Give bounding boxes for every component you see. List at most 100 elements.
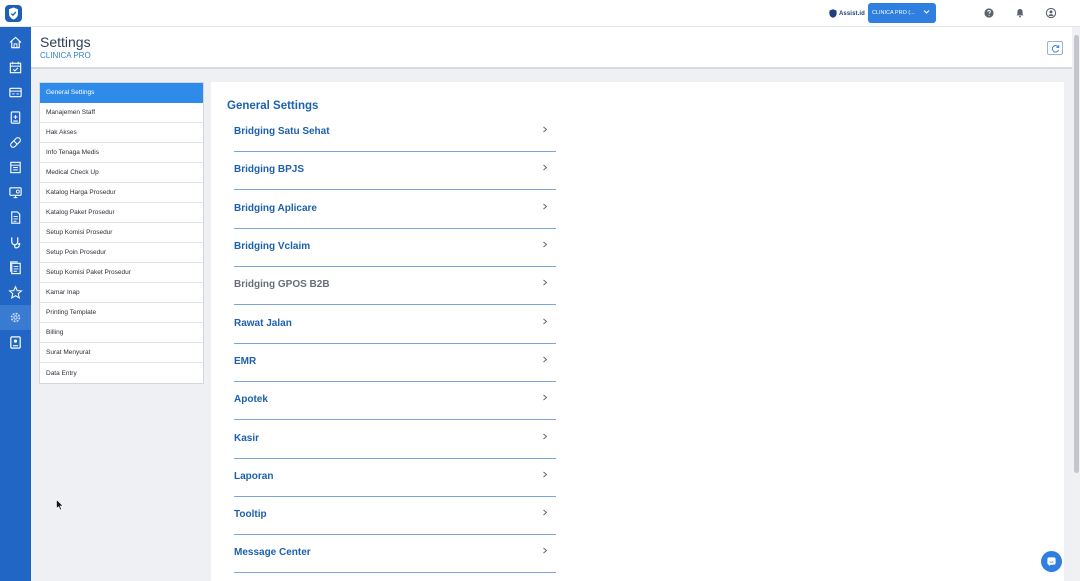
user-profile-icon[interactable] <box>1045 7 1057 19</box>
content-title: General Settings <box>227 100 319 112</box>
menu-item-billing[interactable]: Billing <box>40 323 203 343</box>
section-emr[interactable]: EMR <box>234 344 556 382</box>
left-nav-rail <box>0 27 31 581</box>
menu-item-data-entry[interactable]: Data Entry <box>40 363 203 383</box>
refresh-icon <box>1051 44 1059 53</box>
menu-item-setup-poin-prosedur[interactable]: Setup Poin Prosedur <box>40 243 203 263</box>
document-icon <box>11 211 21 224</box>
star-icon <box>8 285 23 300</box>
brand-logo: Assist.id <box>829 7 865 20</box>
section-laporan[interactable]: Laporan <box>234 459 556 497</box>
page-title: Settings <box>40 34 91 50</box>
section-label: Bridging Aplicare <box>234 203 317 214</box>
section-label: EMR <box>234 356 257 367</box>
clinic-selector[interactable]: CLINICA PRO (... <box>868 3 936 23</box>
brand-shield-icon <box>829 9 837 18</box>
clinic-selector-label: CLINICA PRO (... <box>872 10 915 16</box>
calendar-check-icon <box>9 61 22 74</box>
menu-item-printing-template[interactable]: Printing Template <box>40 303 203 323</box>
nav-monitor[interactable] <box>0 180 31 205</box>
home-icon <box>9 36 22 49</box>
section-bridging-gpos-b2b[interactable]: Bridging GPOS B2B <box>234 267 556 305</box>
nav-appointments[interactable] <box>0 55 31 80</box>
menu-item-setup-komisi-prosedur[interactable]: Setup Komisi Prosedur <box>40 223 203 243</box>
section-label: Bridging Vclaim <box>234 241 311 252</box>
general-settings-panel: General Settings Bridging Satu Sehat Bri… <box>211 82 1064 581</box>
nav-medical-record[interactable] <box>0 105 31 130</box>
menu-item-medical-check-up[interactable]: Medical Check Up <box>40 163 203 183</box>
section-apotek[interactable]: Apotek <box>234 382 556 420</box>
section-bridging-bpjs[interactable]: Bridging BPJS <box>234 152 556 190</box>
scrollbar-thumb[interactable] <box>1074 35 1079 473</box>
shield-logo-icon <box>9 7 18 20</box>
chevron-right-icon <box>543 433 548 440</box>
refresh-button[interactable] <box>1047 41 1063 55</box>
chevron-right-icon <box>543 241 548 248</box>
gear-icon <box>10 312 21 323</box>
chevron-right-icon <box>543 471 548 478</box>
section-label: Rawat Jalan <box>234 318 292 329</box>
chevron-right-icon <box>543 547 548 554</box>
menu-item-katalog-harga-prosedur[interactable]: Katalog Harga Prosedur <box>40 183 203 203</box>
chevron-right-icon <box>543 356 548 363</box>
section-kasir[interactable]: Kasir <box>234 421 556 459</box>
section-label: Message Center <box>234 547 311 558</box>
chevron-right-icon <box>543 164 548 171</box>
mouse-cursor-icon <box>56 499 64 511</box>
app-logo[interactable] <box>5 5 22 22</box>
chevron-right-icon <box>543 509 548 516</box>
section-label: Laporan <box>234 471 274 482</box>
chat-support-button[interactable] <box>1041 551 1062 572</box>
nav-doctor[interactable] <box>0 230 31 255</box>
section-label: Apotek <box>234 394 268 405</box>
registration-icon <box>9 87 22 98</box>
settings-menu: General Settings Manajemen Staff Hak Aks… <box>39 82 204 384</box>
nav-settings[interactable] <box>0 305 31 330</box>
chevron-right-icon <box>543 394 548 401</box>
monitor-icon <box>9 187 22 199</box>
section-tooltip[interactable]: Tooltip <box>234 497 556 535</box>
page-subtitle: CLINICA PRO <box>40 51 91 60</box>
medical-record-icon <box>10 111 21 124</box>
section-rawat-jalan[interactable]: Rawat Jalan <box>234 306 556 344</box>
section-label: Bridging GPOS B2B <box>234 279 330 290</box>
menu-item-hak-akses[interactable]: Hak Akses <box>40 123 203 143</box>
section-label: Kasir <box>234 433 260 444</box>
id-card-icon <box>10 336 21 349</box>
chevron-right-icon <box>543 279 548 286</box>
section-bridging-vclaim[interactable]: Bridging Vclaim <box>234 229 556 267</box>
page-scrollbar[interactable] <box>1072 27 1080 581</box>
chevron-right-icon <box>543 203 548 210</box>
nav-medicine[interactable] <box>0 130 31 155</box>
menu-item-manajemen-staff[interactable]: Manajemen Staff <box>40 103 203 123</box>
menu-item-kamar-inap[interactable]: Kamar Inap <box>40 283 203 303</box>
chevron-right-icon <box>543 318 548 325</box>
section-bridging-aplicare[interactable]: Bridging Aplicare <box>234 191 556 229</box>
menu-item-katalog-paket-prosedur[interactable]: Katalog Paket Prosedur <box>40 203 203 223</box>
stethoscope-icon <box>11 237 21 249</box>
chevron-right-icon <box>543 126 548 133</box>
section-label: Bridging Satu Sehat <box>234 126 330 137</box>
nav-favorites[interactable] <box>0 280 31 305</box>
nav-id-card[interactable] <box>0 330 31 355</box>
section-bridging-satu-sehat[interactable]: Bridging Satu Sehat <box>234 114 556 152</box>
section-label: Bridging BPJS <box>234 164 305 175</box>
pill-icon <box>10 137 21 148</box>
nav-reports[interactable] <box>0 255 31 280</box>
menu-item-info-tenaga-medis[interactable]: Info Tenaga Medis <box>40 143 203 163</box>
nav-home[interactable] <box>0 30 31 55</box>
pharmacy-icon <box>10 161 21 174</box>
page-header: Settings CLINICA PRO <box>31 27 1072 69</box>
nav-documents[interactable] <box>0 205 31 230</box>
menu-item-general-settings[interactable]: General Settings <box>40 83 203 103</box>
nav-pharmacy[interactable] <box>0 155 31 180</box>
brand-name: Assist.id <box>839 10 865 17</box>
bell-icon[interactable] <box>1014 7 1026 19</box>
nav-registration[interactable] <box>0 80 31 105</box>
section-message-center[interactable]: Message Center <box>234 535 556 573</box>
help-icon[interactable] <box>983 7 995 19</box>
chevron-down-icon <box>923 10 930 14</box>
menu-item-setup-komisi-paket-prosedur[interactable]: Setup Komisi Paket Prosedur <box>40 263 203 283</box>
menu-item-surat-menyurat[interactable]: Surat Menyurat <box>40 343 203 363</box>
section-label: Tooltip <box>234 509 267 520</box>
